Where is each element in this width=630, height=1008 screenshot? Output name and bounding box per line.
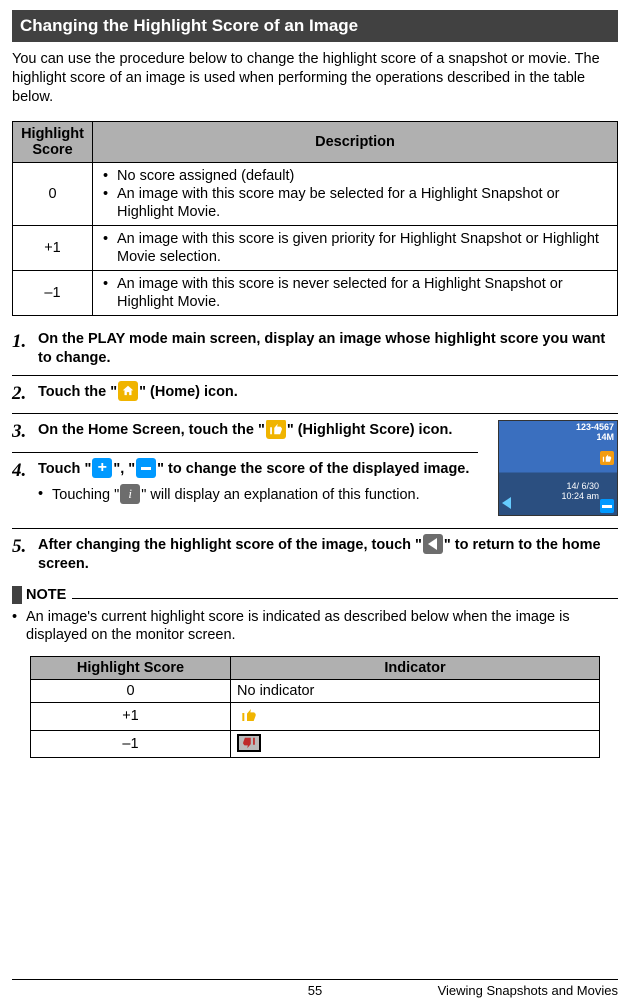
separator [12,528,618,529]
score-cell: +1 [13,225,93,270]
step-text-part: Touch " [38,461,91,477]
table-row: –1 [31,730,600,757]
thumb-up-badge-icon [600,451,614,465]
step-text: Touch "+", " " to change the score of the… [38,459,488,479]
step-1: 1. On the PLAY mode main screen, display… [12,330,618,366]
note-body: An image's current highlight score is in… [12,608,618,644]
score-cell: –1 [13,271,93,316]
step-text: On the Home Screen, touch the " " (Highli… [38,420,488,440]
preview-res: 14M [576,433,614,443]
table-row: –1 An image with this score is never sel… [13,271,618,316]
indicator-cell [231,702,600,730]
step-text-part: " (Highlight Score) icon. [287,422,453,438]
step-text-part: On the Home Screen, touch the " [38,422,265,438]
table-row: +1 An image with this score is given pri… [13,225,618,270]
col-header-score: Highlight Score [31,656,231,679]
thumb-down-icon [237,734,261,752]
note-section: NOTE An image's current highlight score … [12,586,618,644]
step-number: 1. [12,330,32,354]
step-text-part: " (Home) icon. [139,383,238,399]
desc-item: An image with this score is never select… [103,275,611,311]
desc-item: An image with this score is given priori… [103,230,611,266]
separator [12,413,618,414]
intro-paragraph: You can use the procedure below to chang… [12,50,618,107]
score-cell: +1 [31,702,231,730]
step-text-part: Touch the " [38,383,117,399]
desc-item: No score assigned (default) [103,167,611,185]
indicator-cell: No indicator [231,679,600,702]
note-marker-icon [12,586,22,604]
desc-cell: An image with this score is given priori… [93,225,618,270]
info-icon: i [120,484,140,504]
step-2: 2. Touch the " " (Home) icon. [12,382,618,406]
step-text-part: ", " [113,461,135,477]
step-text: After changing the highlight score of th… [38,535,618,573]
table-row: 0 No indicator [31,679,600,702]
col-header-indicator: Indicator [231,656,600,679]
indicator-table: Highlight Score Indicator 0 No indicator… [30,656,600,758]
plus-icon: + [92,458,112,478]
col-header-desc: Description [93,121,618,162]
step-number: 2. [12,382,32,406]
note-label: NOTE [26,587,66,603]
separator [12,375,618,376]
highlight-score-description-table: Highlight Score Description 0 No score a… [12,121,618,317]
step-number: 3. [12,420,32,444]
sub-text-part: " will display an explanation of this fu… [141,487,419,503]
indicator-cell [231,730,600,757]
back-arrow-icon [423,534,443,554]
step-text-part: " to change the score of the displayed i… [157,461,469,477]
desc-item: An image with this score may be selected… [103,185,611,221]
step-text: On the PLAY mode main screen, display an… [38,330,618,366]
step-text: Touch the " " (Home) icon. [38,382,618,402]
desc-cell: An image with this score is never select… [93,271,618,316]
section-heading: Changing the Highlight Score of an Image [12,10,618,42]
note-rule [72,590,618,599]
step-number: 5. [12,535,32,559]
sub-text-part: Touching " [52,487,119,503]
page-footer: 55 Viewing Snapshots and Movies [0,979,630,998]
step-5: 5. After changing the highlight score of… [12,535,618,573]
home-icon [118,381,138,401]
highlight-score-icon [266,420,286,439]
score-cell: 0 [13,162,93,225]
page-number: 55 [308,983,322,998]
section-name: Viewing Snapshots and Movies [438,983,618,998]
desc-cell: No score assigned (default) An image wit… [93,162,618,225]
step-sub-note: Touching "i" will display an explanation… [38,485,618,505]
table-row: +1 [31,702,600,730]
score-cell: –1 [31,730,231,757]
col-header-score: Highlight Score [13,121,93,162]
separator [12,452,478,453]
minus-icon [136,458,156,478]
score-cell: 0 [31,679,231,702]
thumb-up-icon [237,706,261,724]
step-number: 4. [12,459,32,483]
step-text-part: After changing the highlight score of th… [38,537,422,553]
table-row: 0 No score assigned (default) An image w… [13,162,618,225]
